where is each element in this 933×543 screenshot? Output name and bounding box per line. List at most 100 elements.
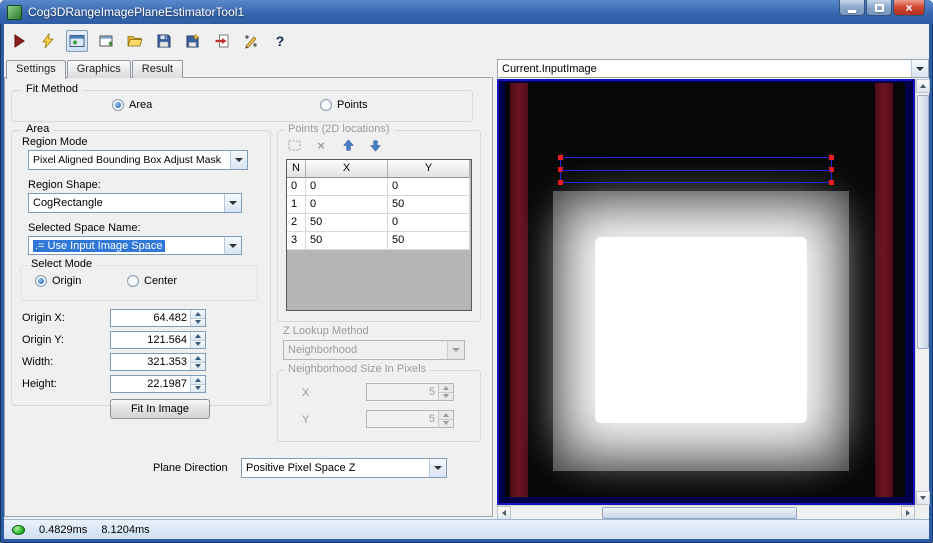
neighborhood-y-field[interactable]: 5 — [366, 410, 454, 428]
scroll-up-button[interactable] — [916, 79, 930, 93]
origin-x-field[interactable]: 64.482 — [110, 309, 206, 327]
region-mode-value: Pixel Aligned Bounding Box Adjust Mask — [33, 154, 221, 166]
interactive-graphics-button[interactable] — [66, 30, 88, 52]
chevron-down-icon[interactable] — [429, 459, 446, 477]
points-cell[interactable]: 50 — [388, 196, 470, 214]
points-cell[interactable]: 50 — [306, 214, 388, 232]
region-mode-label: Region Mode — [22, 136, 88, 148]
spin-up-button[interactable] — [439, 384, 453, 392]
region-handle[interactable] — [829, 180, 834, 185]
points-cell[interactable]: 1 — [287, 196, 306, 214]
points-cell[interactable]: 0 — [388, 178, 470, 196]
import-button[interactable] — [211, 30, 233, 52]
scroll-down-button[interactable] — [916, 491, 930, 505]
spin-up-button[interactable] — [191, 332, 205, 340]
plane-direction-select[interactable]: Positive Pixel Space Z — [241, 458, 447, 478]
height-field[interactable]: 22.1987 — [110, 375, 206, 393]
close-button[interactable]: × — [893, 0, 925, 16]
chevron-down-icon[interactable] — [224, 237, 241, 254]
spin-down-button[interactable] — [439, 418, 453, 427]
spin-down-button[interactable] — [191, 383, 205, 392]
select-mode-origin-radio[interactable]: Origin — [35, 275, 81, 287]
app-icon — [7, 4, 22, 20]
tab-graphics[interactable]: Graphics — [66, 60, 131, 78]
points-cell[interactable]: 50 — [306, 232, 388, 250]
chevron-down-icon[interactable] — [224, 194, 241, 212]
region-handle[interactable] — [558, 155, 563, 160]
fit-method-area-radio[interactable]: Area — [112, 99, 152, 111]
spin-down-button[interactable] — [191, 361, 205, 370]
spin-down-button[interactable] — [191, 339, 205, 348]
points-cell[interactable]: 0 — [306, 196, 388, 214]
plane-direction-value: Positive Pixel Space Z — [246, 462, 356, 474]
points-cell[interactable]: 0 — [287, 178, 306, 196]
chevron-down-icon[interactable] — [911, 60, 928, 77]
neighborhood-x-value: 5 — [428, 386, 435, 398]
points-cell[interactable]: 2 — [287, 214, 306, 232]
origin-x-value: 64.482 — [153, 312, 187, 324]
chevron-down-icon[interactable] — [230, 151, 247, 169]
origin-option-label: Origin — [52, 275, 82, 287]
vertical-scrollbar[interactable] — [915, 79, 930, 505]
move-down-button[interactable] — [367, 137, 383, 153]
region-shape-label: Region Shape: — [28, 179, 101, 191]
spin-down-button[interactable] — [191, 317, 205, 326]
image-viewport[interactable] — [497, 79, 915, 505]
select-mode-center-radio[interactable]: Center — [127, 275, 177, 287]
neighborhood-group-label: Neighborhood Size In Pixels — [284, 363, 431, 375]
region-shape-select[interactable]: CogRectangle — [28, 193, 242, 213]
points-col-n[interactable]: N — [287, 160, 306, 178]
spin-up-button[interactable] — [191, 354, 205, 362]
points-cell[interactable]: 0 — [388, 214, 470, 232]
open-button[interactable] — [124, 30, 146, 52]
maximize-button[interactable] — [866, 0, 892, 16]
scroll-right-button[interactable] — [901, 506, 915, 520]
region-handle[interactable] — [558, 167, 563, 172]
selected-space-select[interactable]: .= Use Input Image Space — [28, 236, 242, 255]
vertical-scrollbar-thumb[interactable] — [917, 95, 929, 349]
region-handle[interactable] — [829, 155, 834, 160]
region-overlay[interactable] — [558, 155, 834, 185]
floating-window-button[interactable] — [95, 30, 117, 52]
minimize-button[interactable] — [839, 0, 865, 16]
width-field[interactable]: 321.353 — [110, 353, 206, 371]
delete-point-button[interactable]: × — [313, 137, 329, 153]
region-mode-select[interactable]: Pixel Aligned Bounding Box Adjust Mask — [28, 150, 248, 170]
window: Cog3DRangeImagePlaneEstimatorTool1 × ? S… — [0, 0, 933, 543]
spin-up-button[interactable] — [191, 310, 205, 318]
region-handle[interactable] — [558, 180, 563, 185]
points-table[interactable]: N X Y 0 0 0 1 0 50 2 50 0 3 50 50 — [286, 159, 472, 311]
points-cell[interactable]: 3 — [287, 232, 306, 250]
save-image-button[interactable] — [182, 30, 204, 52]
new-point-button[interactable] — [286, 137, 302, 153]
main-toolbar: ? — [8, 26, 291, 56]
origin-y-field[interactable]: 121.564 — [110, 331, 206, 349]
spin-up-button[interactable] — [439, 411, 453, 419]
move-up-button[interactable] — [340, 137, 356, 153]
tab-result[interactable]: Result — [131, 60, 183, 78]
points-col-y[interactable]: Y — [388, 160, 470, 178]
help-button[interactable]: ? — [269, 30, 291, 52]
open-folder-icon — [127, 36, 143, 47]
chevron-down-icon — [447, 341, 464, 359]
z-lookup-select[interactable]: Neighborhood — [283, 340, 465, 360]
spin-down-button[interactable] — [439, 391, 453, 400]
electric-run-button[interactable] — [37, 30, 59, 52]
fit-in-image-button[interactable]: Fit In Image — [110, 399, 210, 419]
points-cell[interactable]: 0 — [306, 178, 388, 196]
points-cell[interactable]: 50 — [388, 232, 470, 250]
tab-settings[interactable]: Settings — [6, 60, 66, 79]
save-button[interactable] — [153, 30, 175, 52]
fit-method-points-radio[interactable]: Points — [320, 99, 368, 111]
points-col-x[interactable]: X — [306, 160, 388, 178]
region-handle[interactable] — [829, 167, 834, 172]
title-bar: Cog3DRangeImagePlaneEstimatorTool1 × — [0, 0, 933, 24]
spin-up-button[interactable] — [191, 376, 205, 384]
run-button[interactable] — [8, 30, 30, 52]
scroll-left-button[interactable] — [497, 506, 511, 520]
horizontal-scrollbar-thumb[interactable] — [602, 507, 797, 519]
neighborhood-x-field[interactable]: 5 — [366, 383, 454, 401]
edit-button[interactable] — [240, 30, 262, 52]
horizontal-scrollbar[interactable] — [497, 505, 915, 520]
image-source-select[interactable]: Current.InputImage — [497, 59, 929, 78]
